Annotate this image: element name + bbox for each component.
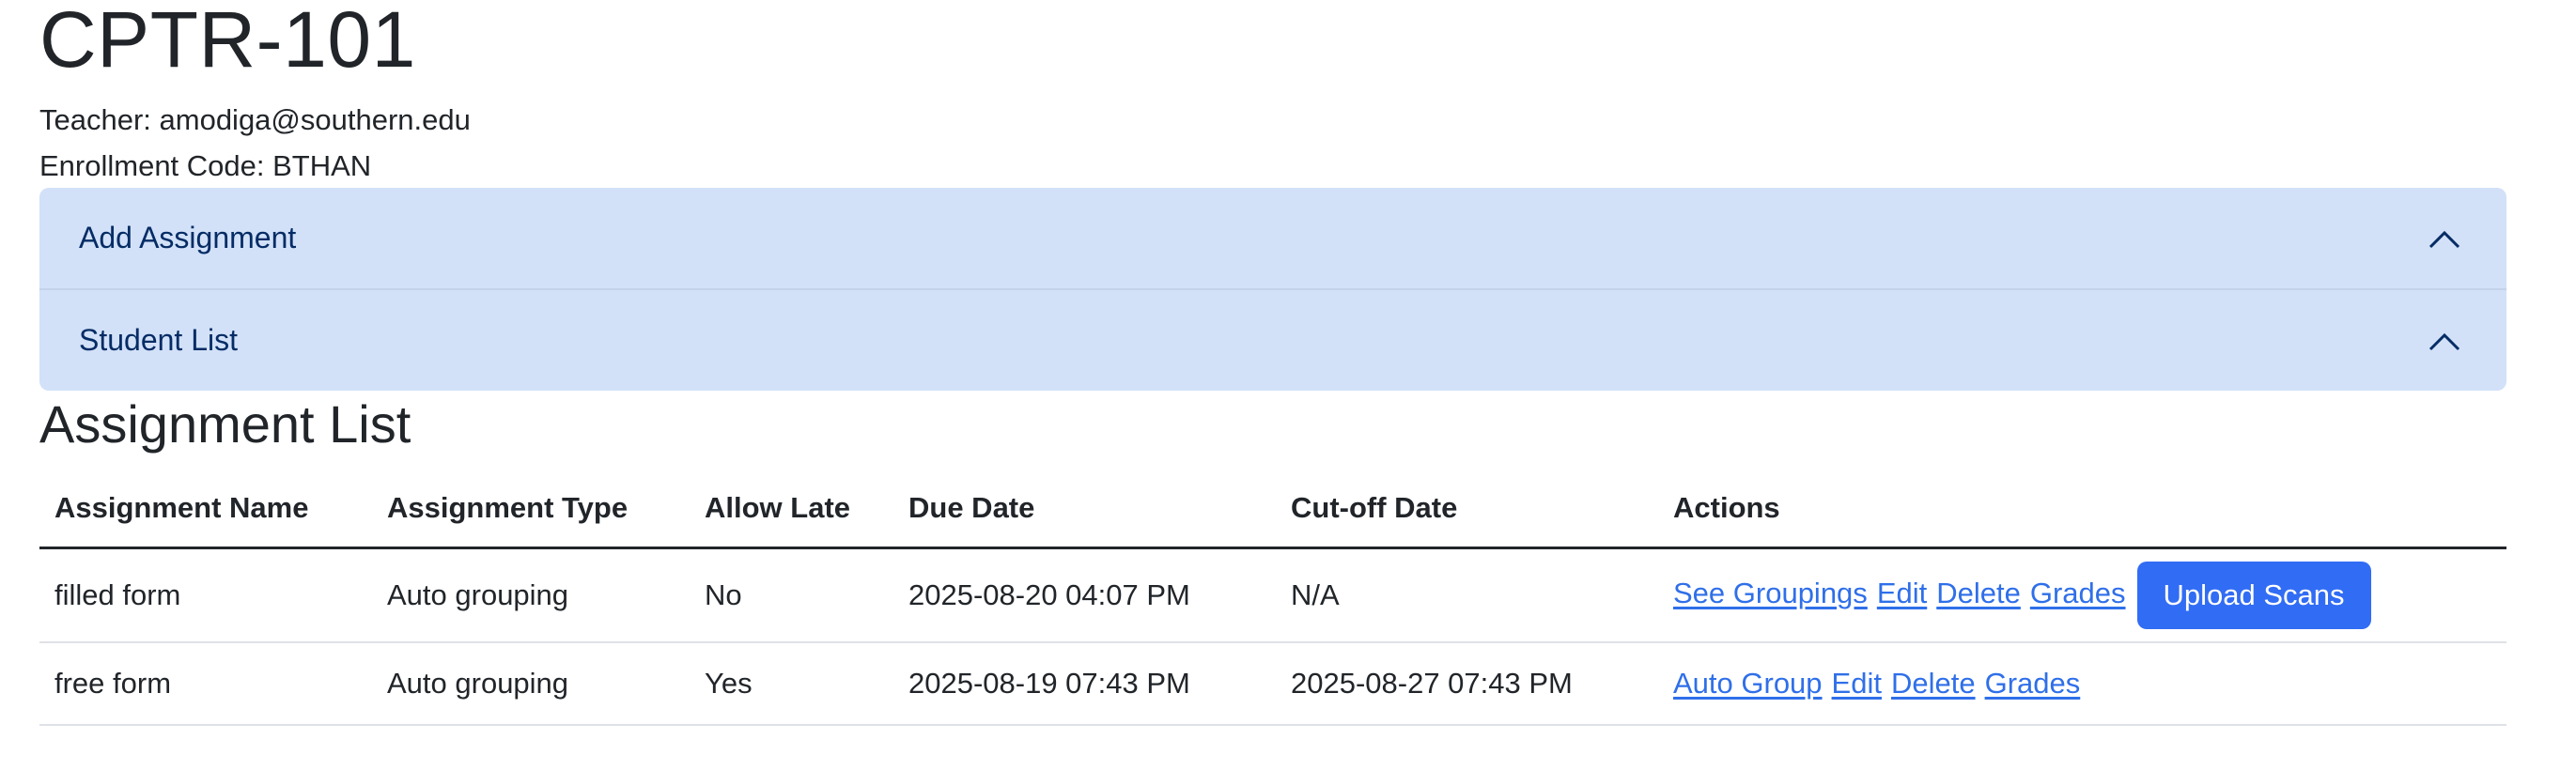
assignment-type: Auto grouping [372,547,690,643]
accordion-add-assignment[interactable]: Add Assignment [39,188,2506,288]
chevron-up-icon [2429,230,2460,248]
delete-link[interactable]: Delete [1891,667,1976,700]
edit-link[interactable]: Edit [1877,577,1927,609]
teacher-info: Teacher: amodiga@southern.edu [39,103,471,136]
actions-cell: Auto Group Edit Delete Grades [1658,642,2506,726]
enrollment-code: Enrollment Code: BTHAN [39,149,372,182]
column-header: Allow Late [690,470,893,549]
actions-cell: See Groupings Edit Delete Grades Upload Scan… [1658,547,2506,643]
accordion: Add Assignment Student List [39,188,2506,391]
column-header: Cut-off Date [1276,470,1658,549]
allow-late: Yes [690,642,893,726]
due-date: 2025-08-20 04:07 PM [893,547,1276,643]
column-header: Assignment Type [372,470,690,549]
upload-scans-button[interactable]: Upload Scans [2136,562,2371,629]
section-title: Assignment List [39,394,411,454]
cutoff-date: N/A [1276,547,1658,643]
edit-link[interactable]: Edit [1832,667,1882,700]
grades-link[interactable]: Grades [1985,667,2081,700]
delete-link[interactable]: Delete [1936,577,2021,609]
accordion-label: Student List [79,323,238,357]
auto-group-link[interactable]: Auto Group [1673,667,1823,700]
accordion-label: Add Assignment [79,221,297,254]
table-header-row: Assignment Name Assignment Type Allow La… [39,470,2506,549]
assignment-table: Assignment Name Assignment Type Allow La… [39,470,2506,726]
assignment-name: free form [39,642,372,726]
column-header: Due Date [893,470,1276,549]
chevron-up-icon [2429,332,2460,350]
accordion-student-list[interactable]: Student List [39,288,2506,391]
cutoff-date: 2025-08-27 07:43 PM [1276,642,1658,726]
table-row: filled form Auto grouping No 2025-08-20 … [39,547,2506,643]
allow-late: No [690,547,893,643]
due-date: 2025-08-19 07:43 PM [893,642,1276,726]
course-page: CPTR-101 Teacher: amodiga@southern.edu E… [0,0,2576,770]
column-header: Actions [1658,470,2506,549]
table-row: free form Auto grouping Yes 2025-08-19 0… [39,642,2506,726]
column-header: Assignment Name [39,470,372,549]
assignment-name: filled form [39,547,372,643]
page-title: CPTR-101 [39,0,416,84]
assignment-type: Auto grouping [372,642,690,726]
see-groupings-link[interactable]: See Groupings [1673,577,1868,609]
grades-link[interactable]: Grades [2030,577,2126,609]
